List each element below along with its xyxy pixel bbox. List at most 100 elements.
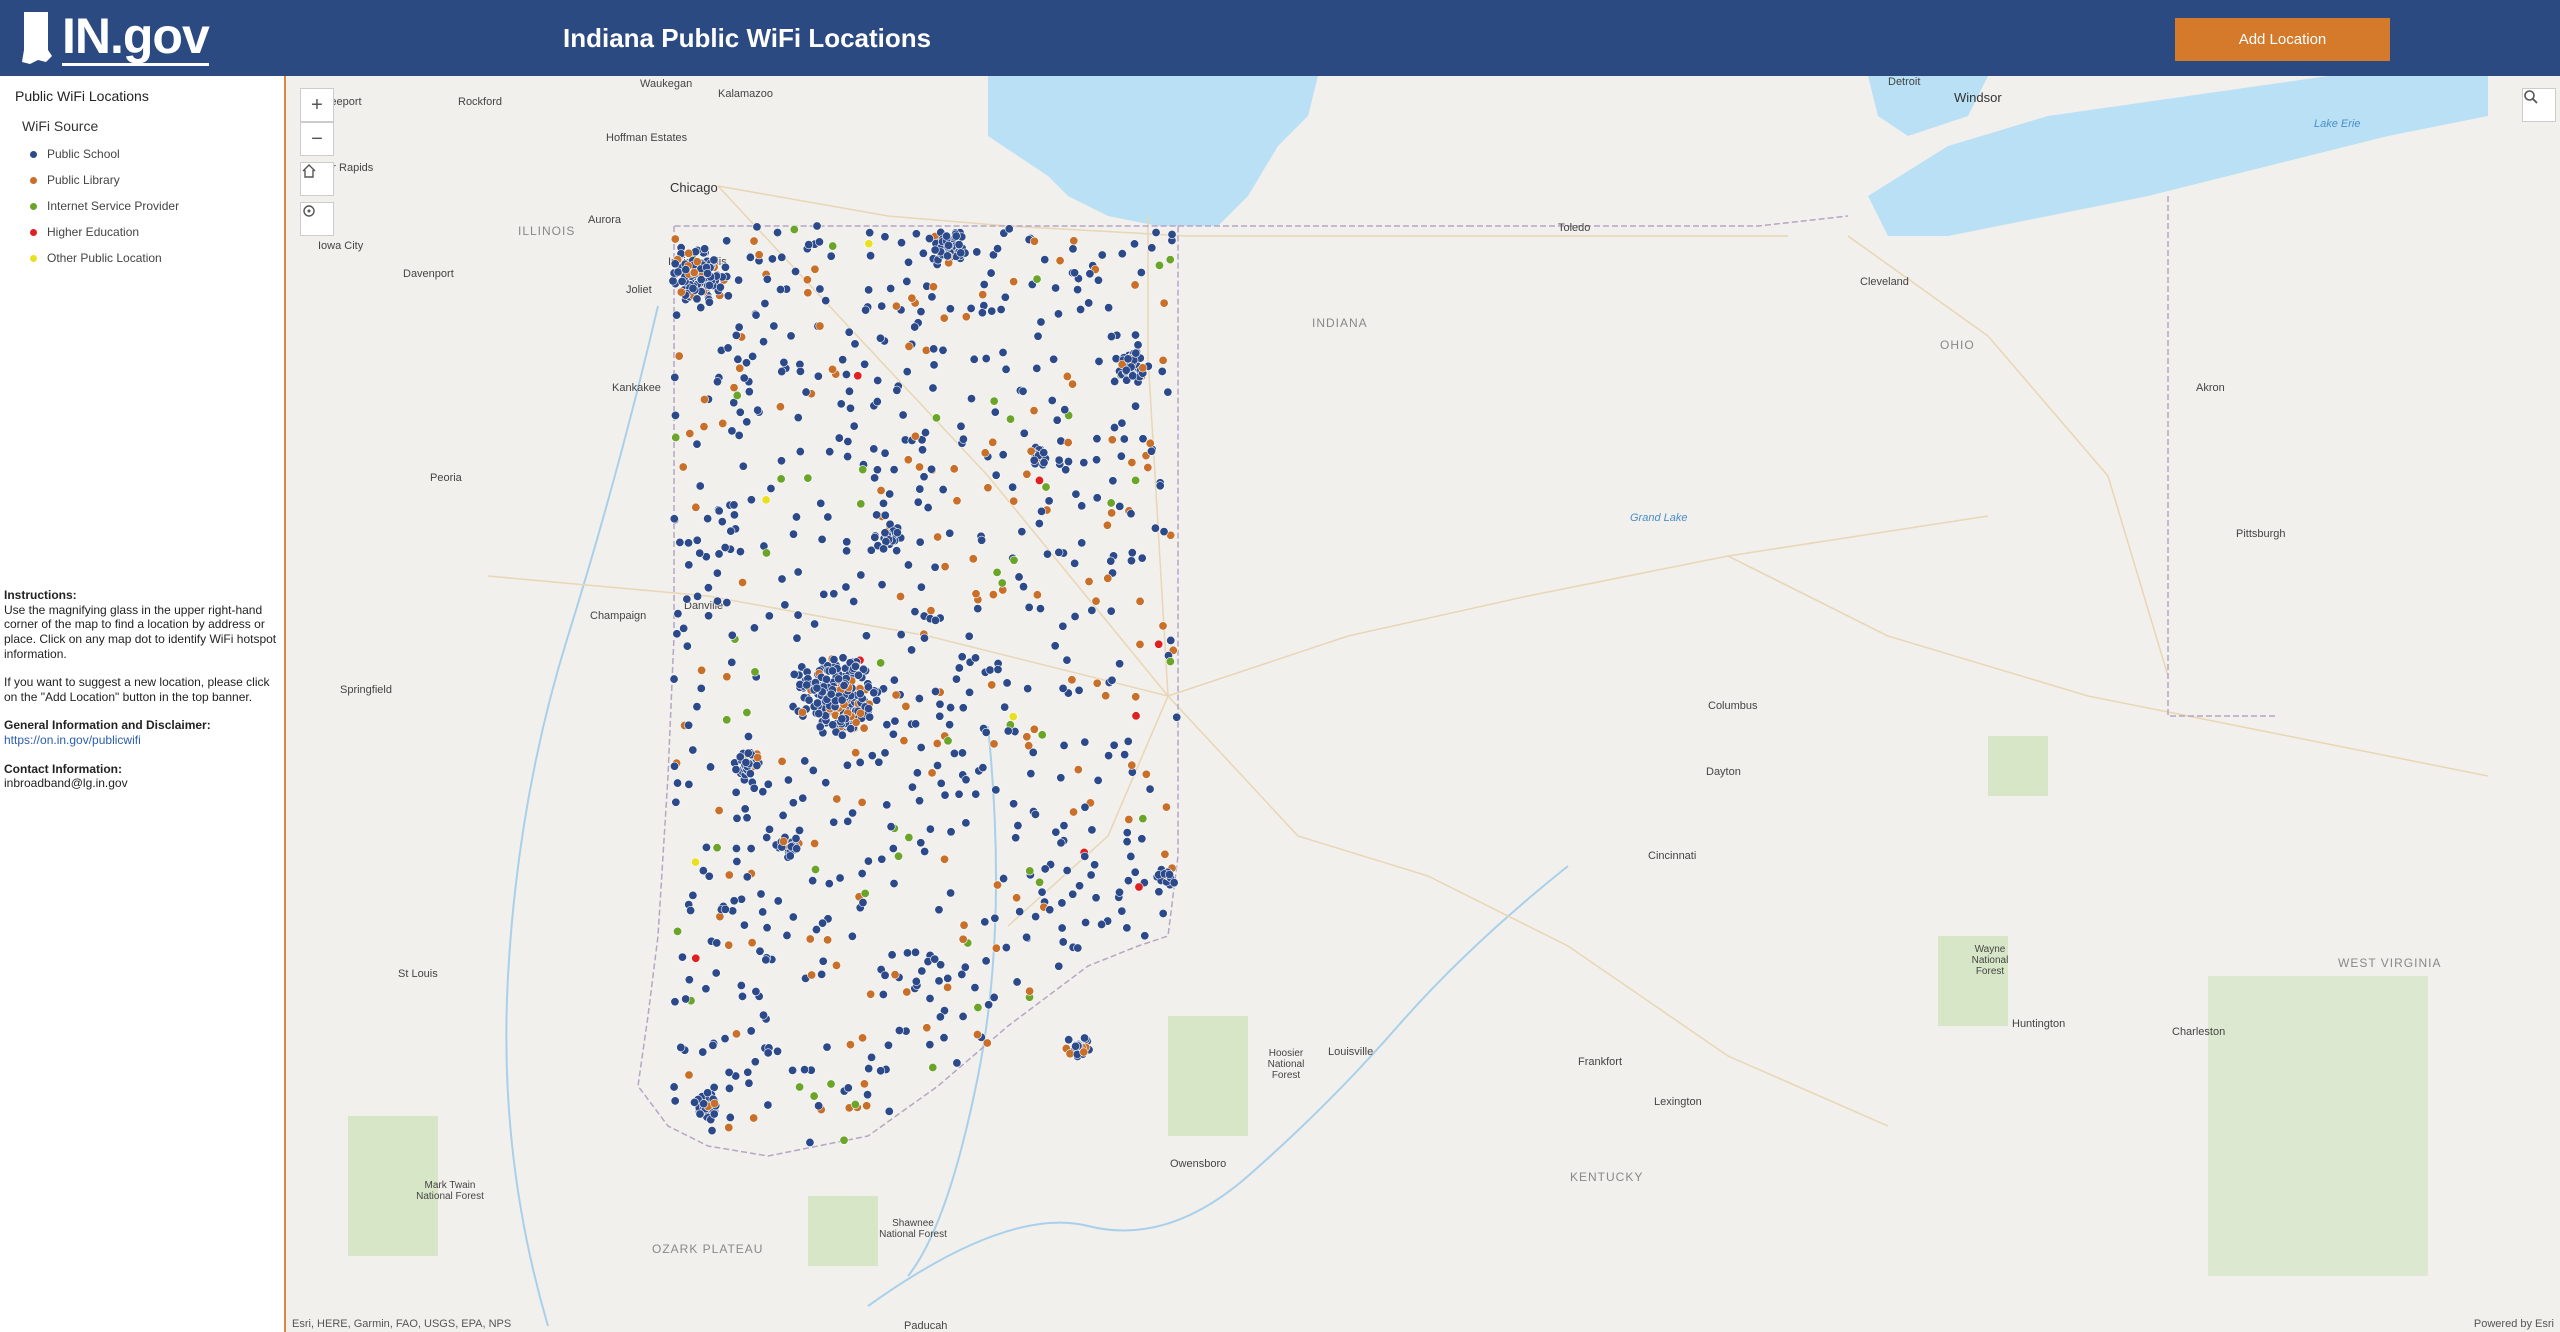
wifi-location-point[interactable] <box>843 1083 853 1093</box>
wifi-location-point[interactable] <box>715 282 725 292</box>
wifi-location-point[interactable] <box>1115 887 1125 897</box>
wifi-location-point[interactable] <box>904 341 914 351</box>
wifi-location-point[interactable] <box>1158 355 1168 365</box>
wifi-location-point[interactable] <box>865 228 875 238</box>
wifi-location-point[interactable] <box>746 495 756 505</box>
wifi-location-point[interactable] <box>834 433 844 443</box>
wifi-location-point[interactable] <box>933 761 943 771</box>
wifi-location-point[interactable] <box>724 1123 734 1133</box>
wifi-location-point[interactable] <box>1127 458 1137 468</box>
wifi-location-point[interactable] <box>945 304 955 314</box>
wifi-location-point[interactable] <box>850 339 860 349</box>
wifi-location-point[interactable] <box>703 514 713 524</box>
wifi-location-point[interactable] <box>907 293 917 303</box>
wifi-location-point[interactable] <box>964 631 974 641</box>
wifi-location-point[interactable] <box>675 537 685 547</box>
wifi-location-point[interactable] <box>965 687 975 697</box>
wifi-location-point[interactable] <box>1087 605 1097 615</box>
wifi-location-point[interactable] <box>850 661 860 671</box>
wifi-location-point[interactable] <box>1145 438 1155 448</box>
wifi-location-point[interactable] <box>957 652 967 662</box>
wifi-location-point[interactable] <box>1092 493 1102 503</box>
wifi-location-point[interactable] <box>890 970 900 980</box>
wifi-location-point[interactable] <box>1127 548 1137 558</box>
wifi-location-point[interactable] <box>720 262 730 272</box>
wifi-location-point[interactable] <box>1001 364 1011 374</box>
wifi-location-point[interactable] <box>677 952 687 962</box>
wifi-location-point[interactable] <box>956 421 966 431</box>
wifi-location-point[interactable] <box>824 879 834 889</box>
wifi-location-point[interactable] <box>865 712 875 722</box>
wifi-location-point[interactable] <box>791 512 801 522</box>
wifi-location-point[interactable] <box>863 856 873 866</box>
wifi-location-point[interactable] <box>935 711 945 721</box>
wifi-location-point[interactable] <box>713 596 723 606</box>
wifi-location-point[interactable] <box>810 839 820 849</box>
wifi-location-point[interactable] <box>1062 655 1072 665</box>
wifi-location-point[interactable] <box>1071 489 1081 499</box>
wifi-location-point[interactable] <box>1119 434 1129 444</box>
wifi-location-point[interactable] <box>1131 711 1141 721</box>
wifi-location-point[interactable] <box>684 779 694 789</box>
wifi-location-point[interactable] <box>724 940 734 950</box>
wifi-location-point[interactable] <box>919 633 929 643</box>
wifi-location-point[interactable] <box>903 560 913 570</box>
wifi-location-point[interactable] <box>670 1096 680 1106</box>
wifi-location-point[interactable] <box>821 296 831 306</box>
wifi-location-point[interactable] <box>877 580 887 590</box>
wifi-location-point[interactable] <box>1138 434 1148 444</box>
wifi-location-point[interactable] <box>735 407 745 417</box>
wifi-location-point[interactable] <box>691 502 701 512</box>
wifi-location-point[interactable] <box>773 896 783 906</box>
wifi-location-point[interactable] <box>952 496 962 506</box>
wifi-location-point[interactable] <box>942 251 952 261</box>
wifi-location-point[interactable] <box>1062 371 1072 381</box>
wifi-location-point[interactable] <box>776 474 786 484</box>
wifi-location-point[interactable] <box>910 322 920 332</box>
wifi-location-point[interactable] <box>723 291 733 301</box>
wifi-location-point[interactable] <box>723 343 733 353</box>
wifi-location-point[interactable] <box>826 1079 836 1089</box>
wifi-location-point[interactable] <box>1165 657 1175 667</box>
wifi-location-point[interactable] <box>1090 860 1100 870</box>
wifi-location-point[interactable] <box>925 824 935 834</box>
wifi-location-point[interactable] <box>838 355 848 365</box>
wifi-location-point[interactable] <box>952 1058 962 1068</box>
wifi-location-point[interactable] <box>857 869 867 879</box>
wifi-location-point[interactable] <box>1131 330 1141 340</box>
wifi-location-point[interactable] <box>776 456 786 466</box>
wifi-location-point[interactable] <box>1022 469 1032 479</box>
wifi-location-point[interactable] <box>761 495 771 505</box>
wifi-location-point[interactable] <box>670 372 680 382</box>
wifi-location-point[interactable] <box>788 1065 798 1075</box>
add-location-button[interactable]: Add Location <box>2175 18 2390 61</box>
wifi-location-point[interactable] <box>876 486 886 496</box>
wifi-location-point[interactable] <box>880 448 890 458</box>
wifi-location-point[interactable] <box>731 843 741 853</box>
wifi-location-point[interactable] <box>1019 582 1029 592</box>
wifi-location-point[interactable] <box>839 681 849 691</box>
wifi-location-point[interactable] <box>1056 436 1066 446</box>
wifi-location-point[interactable] <box>1040 255 1050 265</box>
wifi-location-point[interactable] <box>932 739 942 749</box>
wifi-location-point[interactable] <box>845 1040 855 1050</box>
wifi-location-point[interactable] <box>1059 821 1069 831</box>
wifi-location-point[interactable] <box>980 917 990 927</box>
wifi-location-point[interactable] <box>813 371 823 381</box>
wifi-location-point[interactable] <box>1019 428 1029 438</box>
wifi-location-point[interactable] <box>762 833 772 843</box>
ingov-logo[interactable]: IN.gov <box>18 8 210 68</box>
wifi-location-point[interactable] <box>910 947 920 957</box>
wifi-location-point[interactable] <box>979 280 989 290</box>
wifi-location-point[interactable] <box>910 431 920 441</box>
wifi-location-point[interactable] <box>939 313 949 323</box>
wifi-location-point[interactable] <box>812 221 822 231</box>
wifi-location-point[interactable] <box>987 680 997 690</box>
wifi-location-point[interactable] <box>1106 556 1116 566</box>
wifi-location-point[interactable] <box>769 321 779 331</box>
wifi-location-point[interactable] <box>992 567 1002 577</box>
wifi-location-point[interactable] <box>971 653 981 663</box>
wifi-location-point[interactable] <box>758 787 768 797</box>
wifi-location-point[interactable] <box>993 244 1003 254</box>
wifi-location-point[interactable] <box>954 663 964 673</box>
